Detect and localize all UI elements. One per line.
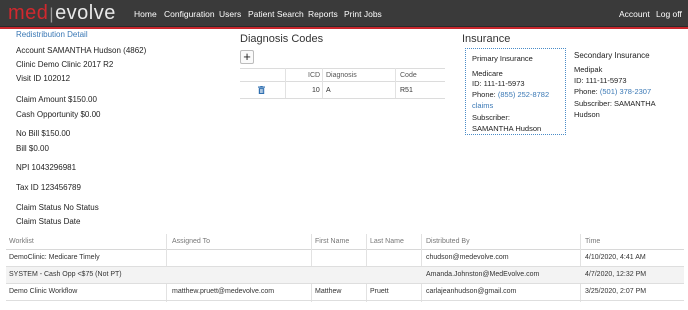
primary-subscriber-label: Subscriber: [472, 113, 510, 122]
table-row[interactable]: DemoClinic: Medicare Timely chudson@mede… [6, 250, 684, 267]
primary-insurance-id: ID: 111-11-5973 [472, 79, 525, 88]
npi-field: NPI 1043296981 [16, 163, 77, 172]
header-icd[interactable]: ICD [308, 72, 320, 79]
claim-status-field: Claim Status No Status [16, 203, 99, 212]
cell-time: 4/7/2020, 12:32 PM [585, 271, 647, 278]
cell-last-name: Pruett [370, 288, 389, 295]
header-worklist[interactable]: Worklist [9, 238, 34, 245]
diagnosis-codes-title: Diagnosis Codes [240, 33, 324, 45]
secondary-insurance-heading: Secondary Insurance [574, 51, 650, 60]
top-navbar: med|evolve Home Configuration Users Pati… [0, 0, 688, 27]
logo-separator: | [49, 6, 55, 23]
nav-account[interactable]: Account [619, 9, 650, 19]
header-code[interactable]: Code [400, 72, 417, 79]
nav-configuration[interactable]: Configuration [164, 9, 215, 19]
secondary-phone-line: Phone: (501) 378-2307 [574, 87, 651, 96]
logo-evolve: evolve [55, 2, 116, 24]
clinic-field: Clinic Demo Clinic 2017 R2 [16, 60, 114, 69]
nav-patient-search[interactable]: Patient Search [248, 9, 304, 19]
nav-logoff[interactable]: Log off [656, 9, 682, 19]
diag-diagnosis-value: A [326, 87, 331, 94]
header-first-name[interactable]: First Name [315, 238, 349, 245]
nav-accent-line [0, 27, 688, 29]
secondary-insurance-id: ID: 111-11-5973 [574, 76, 627, 85]
primary-phone-link[interactable]: (855) 252-8782 [498, 90, 549, 99]
no-bill-field: No Bill $150.00 [16, 129, 71, 138]
header-assigned-to[interactable]: Assigned To [172, 238, 210, 245]
cell-time: 3/25/2020, 2:07 PM [585, 288, 647, 295]
cash-opportunity-field: Cash Opportunity $0.00 [16, 110, 101, 119]
primary-phone-label: Phone: [472, 90, 498, 99]
cell-distributed-by: chudson@medevolve.com [426, 254, 509, 261]
visit-id-field: Visit ID 102012 [16, 74, 71, 83]
medevolve-logo[interactable]: med|evolve [8, 2, 116, 26]
secondary-subscriber-name: Hudson [574, 110, 600, 119]
primary-subscriber-name: SAMANTHA Hudson [472, 124, 542, 133]
cell-time: 4/10/2020, 4:41 AM [585, 254, 646, 261]
account-field: Account SAMANTHA Hudson (4862) [16, 46, 147, 55]
bill-field: Bill $0.00 [16, 144, 49, 153]
add-diagnosis-button[interactable]: + [240, 50, 254, 64]
header-diagnosis[interactable]: Diagnosis [326, 72, 357, 79]
secondary-phone-label: Phone: [574, 87, 600, 96]
redistribution-detail-title[interactable]: Redistribution Detail [16, 30, 88, 39]
primary-phone-line: Phone: (855) 252-8782 [472, 90, 549, 99]
primary-insurance-name: Medicare [472, 69, 503, 78]
nav-print-jobs[interactable]: Print Jobs [344, 9, 382, 19]
cell-assigned-to: matthew.pruett@medevolve.com [172, 288, 275, 295]
secondary-subscriber-label: Subscriber: SAMANTHA [574, 99, 656, 108]
delete-trash-icon[interactable] [258, 86, 265, 94]
cell-worklist: Demo Clinic Workflow [9, 288, 78, 295]
header-distributed-by[interactable]: Distributed By [426, 238, 470, 245]
header-last-name[interactable]: Last Name [370, 238, 404, 245]
diag-code-value: R51 [400, 87, 413, 94]
primary-phone-suffix[interactable]: claims [472, 101, 493, 110]
cell-distributed-by: carlajeanhudson@gmail.com [426, 288, 517, 295]
cell-first-name: Matthew [315, 288, 342, 295]
diagnosis-table-header: ICD Diagnosis Code [240, 68, 445, 82]
nav-reports[interactable]: Reports [308, 9, 338, 19]
insurance-title: Insurance [462, 33, 511, 45]
tax-id-field: Tax ID 123456789 [16, 183, 81, 192]
header-time[interactable]: Time [585, 238, 600, 245]
nav-home[interactable]: Home [134, 9, 157, 19]
logo-med: med [8, 2, 49, 24]
table-row[interactable]: Demo Clinic Workflow matthew.pruett@mede… [6, 284, 684, 301]
diagnosis-row: 10 A R51 [240, 82, 445, 99]
nav-users[interactable]: Users [219, 9, 241, 19]
cell-distributed-by: Amanda.Johnston@MedEvolve.com [426, 271, 540, 278]
secondary-phone-link[interactable]: (501) 378-2307 [600, 87, 651, 96]
diag-icd-value: 10 [312, 87, 320, 94]
cell-worklist: SYSTEM - Cash Opp <$75 (Not PT) [9, 271, 122, 278]
claim-amount-field: Claim Amount $150.00 [16, 95, 97, 104]
secondary-insurance-name: Medipak [574, 65, 603, 74]
primary-insurance-heading: Primary Insurance [472, 54, 533, 63]
table-row[interactable]: SYSTEM - Cash Opp <$75 (Not PT) Amanda.J… [6, 267, 684, 284]
claim-status-date-field: Claim Status Date [16, 217, 81, 226]
cell-worklist: DemoClinic: Medicare Timely [9, 254, 100, 261]
worklist-table-header: Worklist Assigned To First Name Last Nam… [6, 234, 684, 250]
